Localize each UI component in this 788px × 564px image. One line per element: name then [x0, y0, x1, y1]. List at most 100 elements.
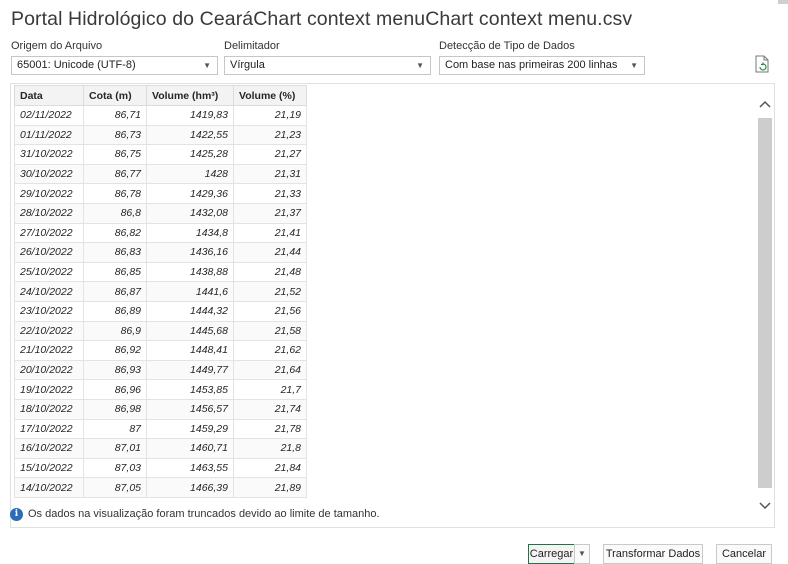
cell-data: 27/10/2022 [14, 222, 84, 244]
table-header-row: Data Cota (m) Volume (hm³) Volume (%) [14, 85, 307, 106]
table-row: 15/10/2022 87,03 1463,55 21,84 [14, 457, 307, 479]
delimitador-value: Vírgula [230, 59, 265, 71]
cell-volume: 1441,6 [146, 281, 234, 302]
table-row: 24/10/2022 86,87 1441,6 21,52 [14, 281, 307, 302]
cell-volume: 1432,08 [146, 202, 234, 224]
cell-data: 29/10/2022 [14, 183, 84, 204]
table-row: 17/10/2022 87 1459,29 21,78 [14, 418, 307, 440]
cell-data: 24/10/2022 [14, 281, 84, 302]
data-preview: Data Cota (m) Volume (hm³) Volume (%) 02… [10, 83, 775, 528]
table-row: 20/10/2022 86,93 1449,77 21,64 [14, 359, 307, 381]
cell-cota: 87,05 [83, 477, 147, 498]
info-icon: i [10, 507, 23, 521]
cell-cota: 86,77 [83, 163, 147, 185]
cell-data: 21/10/2022 [14, 340, 84, 361]
vertical-scrollbar[interactable] [757, 96, 773, 514]
cell-data: 25/10/2022 [14, 261, 84, 283]
deteccao-dropdown[interactable]: Com base nas primeiras 200 linhas ▼ [439, 56, 645, 75]
table-row: 16/10/2022 87,01 1460,71 21,8 [14, 438, 307, 459]
file-refresh-icon[interactable] [755, 55, 769, 73]
table-row: 01/11/2022 86,73 1422,55 21,23 [14, 124, 307, 146]
column-header-volume: Volume (hm³) [146, 85, 234, 106]
cell-volume-pct: 21,62 [233, 340, 307, 361]
cell-volume-pct: 21,7 [233, 379, 307, 400]
cell-volume: 1456,57 [146, 398, 234, 420]
cell-cota: 86,96 [83, 379, 147, 400]
table-row: 25/10/2022 86,85 1438,88 21,48 [14, 261, 307, 283]
cell-data: 23/10/2022 [14, 300, 84, 322]
carregar-button[interactable]: Carregar [528, 544, 575, 564]
cell-volume-pct: 21,78 [233, 418, 307, 440]
origem-label: Origem do Arquivo [11, 40, 103, 52]
cell-volume: 1444,32 [146, 300, 234, 322]
cell-data: 19/10/2022 [14, 379, 84, 400]
chevron-down-icon: ▼ [578, 549, 586, 558]
table-row: 02/11/2022 86,71 1419,83 21,19 [14, 105, 307, 126]
table-row: 30/10/2022 86,77 1428 21,31 [14, 163, 307, 185]
cell-volume-pct: 21,31 [233, 163, 307, 185]
cell-data: 18/10/2022 [14, 398, 84, 420]
cell-cota: 86,98 [83, 398, 147, 420]
cell-volume-pct: 21,56 [233, 300, 307, 322]
window-edge-mark [778, 0, 788, 4]
table-row: 29/10/2022 86,78 1429,36 21,33 [14, 183, 307, 204]
cell-volume-pct: 21,48 [233, 261, 307, 283]
cell-cota: 86,92 [83, 340, 147, 361]
cell-data: 16/10/2022 [14, 438, 84, 459]
cell-volume-pct: 21,27 [233, 144, 307, 165]
table-row: 21/10/2022 86,92 1448,41 21,62 [14, 340, 307, 361]
cell-volume-pct: 21,64 [233, 359, 307, 381]
chevron-down-icon: ▼ [203, 61, 211, 70]
chevron-down-icon: ▼ [416, 61, 424, 70]
truncation-message: Os dados na visualização foram truncados… [28, 508, 380, 520]
cell-volume-pct: 21,41 [233, 222, 307, 244]
table-row: 14/10/2022 87,05 1466,39 21,89 [14, 477, 307, 498]
transformar-dados-button[interactable]: Transformar Dados [603, 544, 703, 564]
cell-volume: 1429,36 [146, 183, 234, 204]
table-row: 31/10/2022 86,75 1425,28 21,27 [14, 144, 307, 165]
cell-volume-pct: 21,84 [233, 457, 307, 479]
scrollbar-thumb[interactable] [758, 118, 772, 488]
column-header-volume-pct: Volume (%) [233, 85, 307, 106]
window-title: Portal Hidrológico do CearáChart context… [11, 8, 633, 30]
cell-volume: 1459,29 [146, 418, 234, 440]
cell-volume: 1419,83 [146, 105, 234, 126]
cell-volume-pct: 21,33 [233, 183, 307, 204]
cell-volume-pct: 21,23 [233, 124, 307, 146]
cell-volume-pct: 21,52 [233, 281, 307, 302]
table-row: 19/10/2022 86,96 1453,85 21,7 [14, 379, 307, 400]
chevron-down-icon: ▼ [630, 61, 638, 70]
cell-cota: 86,9 [83, 320, 147, 342]
cell-volume-pct: 21,19 [233, 105, 307, 126]
cell-volume: 1434,8 [146, 222, 234, 244]
cell-cota: 86,8 [83, 202, 147, 224]
cell-cota: 86,89 [83, 300, 147, 322]
cell-volume-pct: 21,89 [233, 477, 307, 498]
chevron-up-icon[interactable] [757, 96, 773, 112]
chevron-down-icon[interactable] [757, 498, 773, 514]
cancelar-button[interactable]: Cancelar [716, 544, 772, 564]
cell-data: 01/11/2022 [14, 124, 84, 146]
cell-volume: 1425,28 [146, 144, 234, 165]
cell-data: 30/10/2022 [14, 163, 84, 185]
cell-cota: 86,78 [83, 183, 147, 204]
cell-volume: 1449,77 [146, 359, 234, 381]
cell-volume: 1445,68 [146, 320, 234, 342]
cell-cota: 86,82 [83, 222, 147, 244]
cell-volume-pct: 21,58 [233, 320, 307, 342]
column-header-data: Data [14, 85, 84, 106]
cell-cota: 86,73 [83, 124, 147, 146]
cell-volume: 1460,71 [146, 438, 234, 459]
table-row: 28/10/2022 86,8 1432,08 21,37 [14, 202, 307, 224]
table-row: 18/10/2022 86,98 1456,57 21,74 [14, 398, 307, 420]
cell-volume: 1463,55 [146, 457, 234, 479]
cell-volume: 1438,88 [146, 261, 234, 283]
delimitador-dropdown[interactable]: Vírgula ▼ [224, 56, 431, 75]
origem-dropdown[interactable]: 65001: Unicode (UTF-8) ▼ [11, 56, 218, 75]
preview-table: Data Cota (m) Volume (hm³) Volume (%) 02… [14, 85, 307, 498]
cell-data: 22/10/2022 [14, 320, 84, 342]
carregar-options-button[interactable]: ▼ [574, 544, 590, 564]
cell-data: 17/10/2022 [14, 418, 84, 440]
cell-data: 31/10/2022 [14, 144, 84, 165]
cell-data: 28/10/2022 [14, 202, 84, 224]
